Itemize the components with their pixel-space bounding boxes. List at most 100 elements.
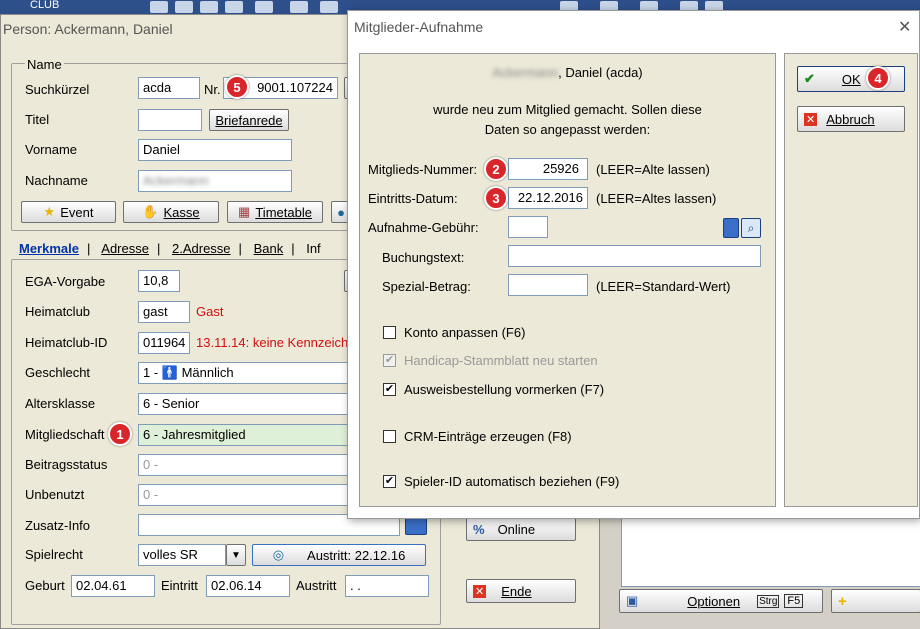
- search-icon[interactable]: ⌕: [741, 218, 761, 238]
- event-button[interactable]: ★ Event: [21, 201, 116, 223]
- altersklasse-label: Altersklasse: [25, 396, 96, 411]
- tab-2-adresse[interactable]: 2.Adresse: [172, 241, 231, 256]
- ega-field[interactable]: 10,8: [138, 270, 180, 292]
- tab-bank[interactable]: Bank: [254, 241, 284, 256]
- notes-area[interactable]: [621, 515, 920, 587]
- checkbox-label: Konto anpassen (F6): [404, 325, 526, 340]
- toolbar-icon[interactable]: [290, 1, 308, 13]
- tab-merkmale[interactable]: Merkmale: [19, 241, 79, 256]
- heimatclubid-field[interactable]: 011964: [138, 332, 190, 354]
- abbruch-button-label: Abbruch: [826, 111, 875, 127]
- checkbox-box[interactable]: [383, 430, 396, 443]
- eintritt-label: Eintritt: [161, 578, 198, 593]
- cancel-icon: ✕: [804, 112, 818, 126]
- event-button-label: Event: [60, 204, 94, 220]
- titel-label: Titel: [25, 112, 50, 127]
- geburt-label: Geburt: [25, 578, 65, 593]
- timetable-button-label: Timetable: [255, 204, 312, 220]
- zusatz-label: Zusatz-Info: [25, 518, 91, 533]
- dialog-title: Mitglieder-Aufnahme: [354, 19, 484, 35]
- heimatclubid-note: 13.11.14: keine Kennzeich: [196, 335, 349, 350]
- mitgliedschaft-select[interactable]: 6 - Jahresmitglied: [138, 424, 353, 446]
- heimatclub-note: Gast: [196, 304, 224, 319]
- nachname-field[interactable]: Ackermann: [138, 170, 292, 192]
- person-name-redacted: Ackermann: [492, 65, 559, 80]
- spezial-betrag-hint: (LEER=Standard-Wert): [596, 279, 731, 294]
- unbenutzt-select[interactable]: 0 -: [138, 484, 353, 506]
- mitglieds-nummer-hint: (LEER=Alte lassen): [596, 162, 710, 177]
- suchkuerzel-field[interactable]: acda: [138, 77, 200, 99]
- eintritts-datum-hint: (LEER=Altes lassen): [596, 191, 717, 206]
- ok-button-label: OK: [841, 71, 861, 87]
- dialog-close-icon[interactable]: ✕: [898, 17, 911, 37]
- geburt-field[interactable]: 02.04.61: [71, 575, 155, 597]
- briefanrede-button[interactable]: Briefanrede: [209, 109, 289, 131]
- person-window-title: Person: Ackermann, Daniel: [3, 21, 173, 37]
- annotation-badge-3: 3: [484, 186, 508, 210]
- ega-label: EGA-Vorgabe: [25, 274, 106, 289]
- austritt-button[interactable]: ◎ Austritt: 22.12.16: [252, 544, 426, 566]
- club-label: CLUB: [30, 0, 60, 11]
- checkmark-icon: ✔: [804, 71, 815, 86]
- tab-info[interactable]: Inf: [306, 241, 320, 256]
- chevron-down-icon[interactable]: ▼: [226, 544, 246, 566]
- titel-field[interactable]: [138, 109, 202, 131]
- checkbox-box[interactable]: [383, 326, 396, 339]
- calculator-icon[interactable]: [723, 218, 739, 238]
- mitglieder-aufnahme-dialog: Mitglieder-Aufnahme ✕ Ackermann, Daniel …: [347, 10, 920, 519]
- konto-anpassen-checkbox[interactable]: Konto anpassen (F6): [383, 325, 525, 340]
- dialog-message-line1: wurde neu zum Mitglied gemacht. Sollen d…: [433, 102, 702, 117]
- buchungstext-field[interactable]: [508, 245, 761, 267]
- toolbar-icon[interactable]: [225, 1, 243, 13]
- toolbar-icon[interactable]: [200, 1, 218, 13]
- dialog-message-line2: Daten so angepasst werden:: [484, 122, 651, 137]
- aufnahme-gebuehr-field[interactable]: [508, 216, 548, 238]
- crm-eintraege-checkbox[interactable]: CRM-Einträge erzeugen (F8): [383, 429, 572, 444]
- checkbox-box: ✔: [383, 354, 396, 367]
- ende-button[interactable]: ✕ Ende: [466, 579, 576, 603]
- add-button[interactable]: +: [831, 589, 920, 613]
- heimatclubid-label: Heimatclub-ID: [25, 335, 108, 350]
- toolbar-icon[interactable]: [255, 1, 273, 13]
- beitragsstatus-select[interactable]: 0 -: [138, 454, 353, 476]
- eintritts-datum-field[interactable]: 22.12.2016: [508, 187, 588, 209]
- suchkuerzel-label: Suchkürzel: [25, 82, 90, 97]
- spieler-id-checkbox[interactable]: ✔ Spieler-ID automatisch beziehen (F9): [383, 474, 619, 489]
- annotation-badge-5: 5: [225, 75, 249, 99]
- annotation-badge-2: 2: [484, 157, 508, 181]
- geschlecht-select[interactable]: 1 - 🚹 Männlich: [138, 362, 353, 384]
- heimatclub-field[interactable]: gast: [138, 301, 190, 323]
- eintritt-field[interactable]: 02.06.14: [206, 575, 290, 597]
- unbenutzt-label: Unbenutzt: [25, 487, 85, 502]
- mitglieds-nummer-field[interactable]: 25926: [508, 158, 588, 180]
- checkbox-box[interactable]: ✔: [383, 475, 396, 488]
- toolbar-icon[interactable]: [320, 1, 338, 13]
- buchungstext-label: Buchungstext:: [382, 250, 465, 265]
- optionen-button[interactable]: ▣ Optionen Strg F5: [619, 589, 823, 613]
- timetable-button[interactable]: ▦ Timetable: [227, 201, 323, 223]
- annotation-badge-4: 4: [866, 66, 890, 90]
- strg-key-badge: Strg: [757, 594, 780, 608]
- altersklasse-select[interactable]: 6 - Senior: [138, 393, 353, 415]
- name-group-caption: Name: [25, 57, 64, 72]
- abbruch-button[interactable]: ✕ Abbruch: [797, 106, 905, 132]
- checkbox-box[interactable]: ✔: [383, 383, 396, 396]
- kasse-button[interactable]: ✋ Kasse: [123, 201, 219, 223]
- austritt-field[interactable]: . .: [345, 575, 429, 597]
- heimatclub-label: Heimatclub: [25, 304, 91, 319]
- spezial-betrag-field[interactable]: [508, 274, 588, 296]
- ausweisbestellung-checkbox[interactable]: ✔ Ausweisbestellung vormerken (F7): [383, 382, 604, 397]
- toolbar-icon[interactable]: [175, 1, 193, 13]
- close-icon: ✕: [473, 584, 487, 598]
- online-button[interactable]: % Online: [466, 517, 576, 541]
- timetable-icon: ▦: [238, 204, 251, 219]
- toolbar-icon[interactable]: [150, 1, 168, 13]
- kasse-button-label: Kasse: [163, 204, 200, 220]
- eintritts-datum-label: Eintritts-Datum:: [368, 191, 458, 206]
- spielrecht-label: Spielrecht: [25, 547, 83, 562]
- dialog-header-line: Ackermann, Daniel (acda): [359, 65, 776, 80]
- spielrecht-select[interactable]: volles SR: [138, 544, 226, 566]
- tab-adresse[interactable]: Adresse: [101, 241, 149, 256]
- checkbox-label: Spieler-ID automatisch beziehen (F9): [404, 474, 620, 489]
- vorname-field[interactable]: Daniel: [138, 139, 292, 161]
